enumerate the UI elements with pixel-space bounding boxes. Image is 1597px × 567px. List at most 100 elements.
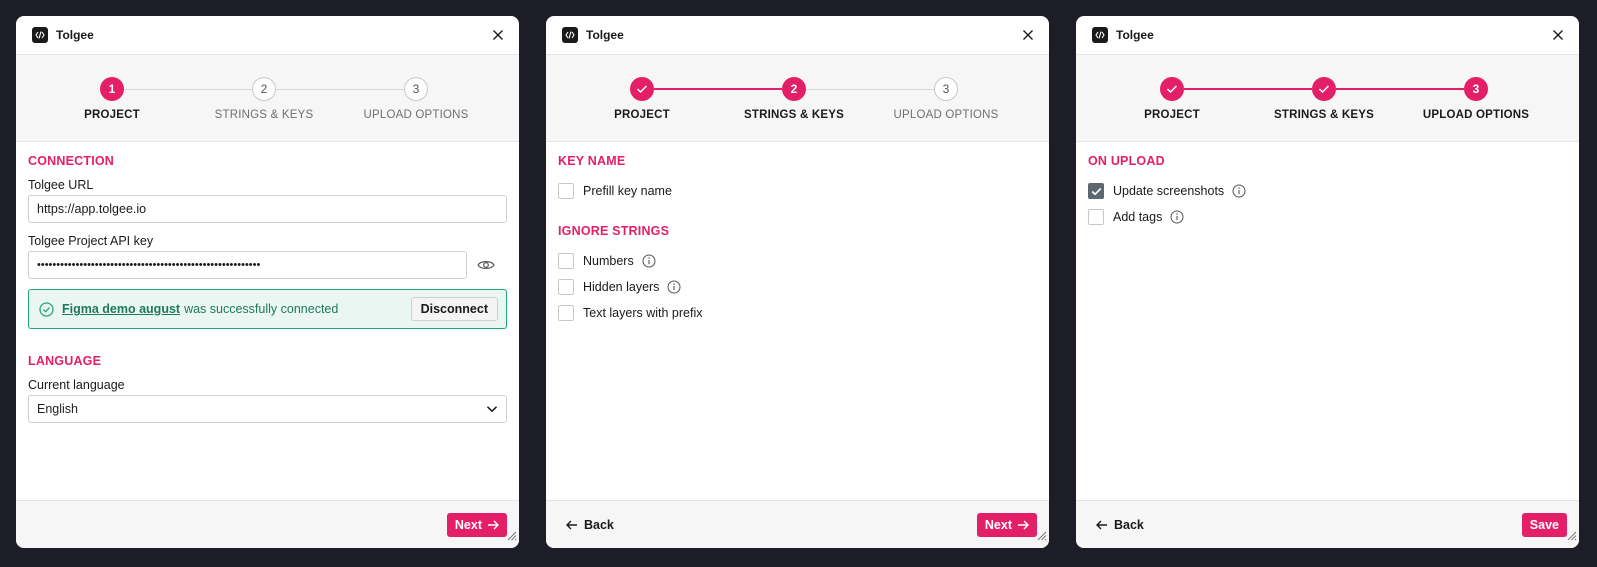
hidden-layers-checkbox[interactable]	[558, 279, 574, 295]
check-icon	[1312, 77, 1336, 101]
step-label: STRINGS & KEYS	[744, 109, 844, 121]
add-tags-label: Add tags	[1113, 210, 1163, 224]
step-strings-keys: STRINGS & KEYS	[1244, 77, 1404, 121]
prefix-label: Text layers with prefix	[583, 306, 703, 320]
footer: Back Save	[1076, 500, 1579, 548]
prefix-checkbox[interactable]	[558, 305, 574, 321]
step-upload-options: 3 UPLOAD OPTIONS	[336, 77, 496, 121]
step-number: 2	[252, 77, 276, 101]
upload-form: ON UPLOAD Update screenshots Add tags	[1076, 142, 1579, 230]
next-label: Next	[984, 517, 1012, 532]
app-title: Tolgee	[586, 28, 624, 42]
footer: Next	[16, 500, 519, 548]
language-value: English	[37, 402, 78, 416]
title-bar: Tolgee	[546, 16, 1049, 55]
update-screenshots-checkbox[interactable]	[1088, 183, 1104, 199]
title-bar: Tolgee	[16, 16, 519, 55]
disconnect-button[interactable]: Disconnect	[410, 297, 498, 321]
arrow-right-icon	[1012, 520, 1029, 530]
key-name-heading: KEY NAME	[558, 154, 626, 168]
resize-handle-icon[interactable]	[1037, 528, 1047, 546]
stepper: PROJECT 2 STRINGS & KEYS 3 UPLOAD OPTION…	[546, 55, 1049, 142]
step-label: STRINGS & KEYS	[1274, 109, 1374, 121]
resize-handle-icon[interactable]	[1567, 528, 1577, 546]
back-label: Back	[1114, 517, 1144, 532]
language-select[interactable]: English	[28, 395, 507, 423]
save-button[interactable]: Save	[1521, 512, 1567, 537]
info-icon[interactable]	[667, 280, 681, 294]
next-button[interactable]: Next	[976, 512, 1037, 537]
step-number: 3	[934, 77, 958, 101]
project-link[interactable]: Figma demo august	[62, 302, 180, 316]
step-label: PROJECT	[614, 109, 670, 121]
success-text: was successfully connected	[184, 302, 339, 316]
hidden-layers-label: Hidden layers	[583, 280, 660, 294]
hidden-layers-option[interactable]: Hidden layers	[558, 274, 1037, 300]
connection-success-banner: Figma demo august was successfully conne…	[28, 289, 507, 329]
step-label: STRINGS & KEYS	[214, 109, 314, 121]
step-number: 3	[404, 77, 428, 101]
check-icon	[1160, 77, 1184, 101]
connection-heading: CONNECTION	[28, 154, 115, 168]
check-icon	[630, 77, 654, 101]
step-strings-keys: 2 STRINGS & KEYS	[184, 77, 344, 121]
step-project: PROJECT	[562, 77, 722, 121]
arrow-left-icon	[566, 520, 584, 530]
step-upload-options: 3 UPLOAD OPTIONS	[866, 77, 1026, 121]
prefix-option[interactable]: Text layers with prefix	[558, 300, 1037, 326]
plugin-window-project: Tolgee 1 PROJECT 2 STRINGS & KEYS 3 UPLO…	[16, 16, 519, 548]
close-icon[interactable]	[1021, 28, 1035, 42]
info-icon[interactable]	[1170, 210, 1184, 224]
check-circle-icon	[39, 301, 54, 317]
close-icon[interactable]	[491, 28, 505, 42]
add-tags-checkbox[interactable]	[1088, 209, 1104, 225]
step-label: UPLOAD OPTIONS	[893, 109, 999, 121]
step-number: 2	[782, 77, 806, 101]
prefill-key-option[interactable]: Prefill key name	[558, 178, 1037, 204]
update-screenshots-option[interactable]: Update screenshots	[1088, 178, 1567, 204]
api-key-label: Tolgee Project API key	[28, 234, 154, 248]
step-label: PROJECT	[84, 109, 140, 121]
step-upload-options: 3 UPLOAD OPTIONS	[1396, 77, 1556, 121]
info-icon[interactable]	[642, 254, 656, 268]
step-label: UPLOAD OPTIONS	[363, 109, 469, 121]
step-strings-keys: 2 STRINGS & KEYS	[714, 77, 874, 121]
arrow-right-icon	[482, 520, 499, 530]
step-project: 1 PROJECT	[32, 77, 192, 121]
ignore-strings-heading: IGNORE STRINGS	[558, 224, 670, 238]
plugin-window-strings: Tolgee PROJECT 2 STRINGS & KEYS 3 UPLOAD…	[546, 16, 1049, 548]
language-heading: LANGUAGE	[28, 354, 102, 368]
resize-handle-icon[interactable]	[507, 528, 517, 546]
language-label: Current language	[28, 378, 125, 392]
on-upload-heading: ON UPLOAD	[1088, 154, 1165, 168]
stepper: 1 PROJECT 2 STRINGS & KEYS 3 UPLOAD OPTI…	[16, 55, 519, 142]
info-icon[interactable]	[1232, 184, 1246, 198]
title-bar: Tolgee	[1076, 16, 1579, 55]
api-key-input[interactable]: ••••••••••••••••••••••••••••••••••••••••…	[28, 251, 467, 279]
tolgee-logo-icon	[32, 27, 48, 43]
close-icon[interactable]	[1551, 28, 1565, 42]
back-button[interactable]: Back	[558, 513, 622, 537]
numbers-label: Numbers	[583, 254, 634, 268]
tolgee-logo-icon	[1092, 27, 1108, 43]
url-input[interactable]: https://app.tolgee.io	[28, 195, 507, 223]
numbers-checkbox[interactable]	[558, 253, 574, 269]
project-form: CONNECTION Tolgee URL https://app.tolgee…	[16, 142, 519, 423]
prefill-checkbox[interactable]	[558, 183, 574, 199]
arrow-left-icon	[1096, 520, 1114, 530]
back-label: Back	[584, 517, 614, 532]
numbers-option[interactable]: Numbers	[558, 248, 1037, 274]
tolgee-logo-icon	[562, 27, 578, 43]
chevron-down-icon	[486, 405, 498, 413]
add-tags-option[interactable]: Add tags	[1088, 204, 1567, 230]
step-label: UPLOAD OPTIONS	[1422, 109, 1530, 121]
next-label: Next	[454, 517, 482, 532]
back-button[interactable]: Back	[1088, 513, 1152, 537]
step-number: 3	[1464, 77, 1488, 101]
footer: Back Next	[546, 500, 1049, 548]
app-title: Tolgee	[56, 28, 94, 42]
next-button[interactable]: Next	[446, 512, 507, 537]
step-label: PROJECT	[1144, 109, 1200, 121]
eye-icon[interactable]	[477, 256, 495, 274]
prefill-label: Prefill key name	[583, 184, 672, 198]
